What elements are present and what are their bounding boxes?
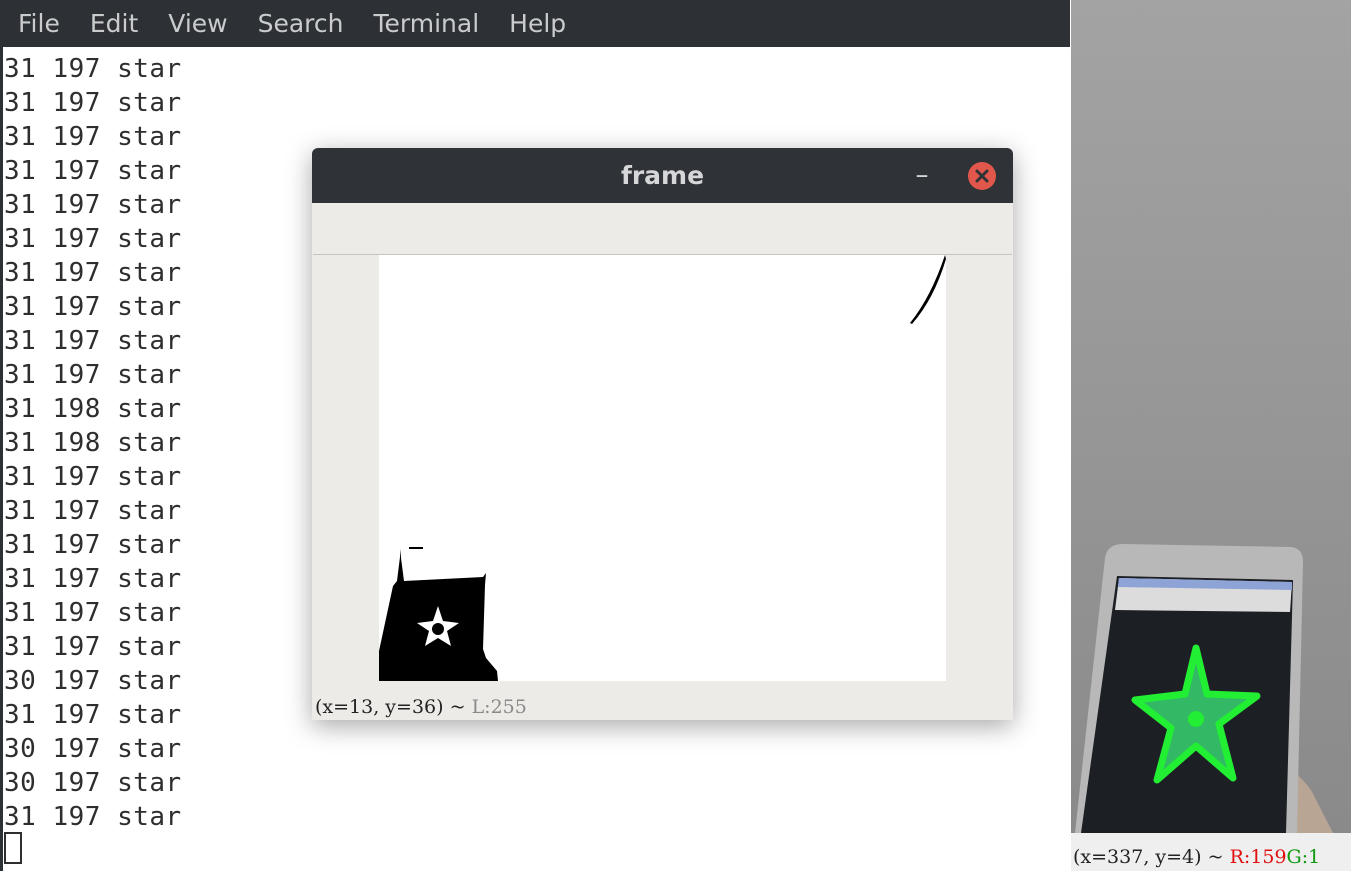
camera-feed[interactable] [1071, 0, 1351, 833]
terminal-line: 31 197 star [4, 700, 182, 730]
terminal-line: 30 197 star [4, 734, 182, 764]
terminal-line: 31 197 star [4, 54, 182, 84]
terminal-line: 31 197 star [4, 122, 182, 152]
terminal-border [0, 47, 3, 871]
menu-file[interactable]: File [0, 9, 75, 38]
frame-status-value: L:255 [471, 696, 527, 718]
frame-status-bar: (x=13, y=36) ~ L:255 [315, 696, 527, 718]
mask-speck-shape [409, 547, 423, 549]
terminal-line: 31 197 star [4, 632, 182, 662]
terminal-output: 31 197 star 31 197 star 31 197 star 31 1… [4, 52, 182, 834]
terminal-line: 31 197 star [4, 258, 182, 288]
terminal-line: 31 197 star [4, 190, 182, 220]
frame-toolbar [313, 203, 1012, 255]
menu-edit[interactable]: Edit [75, 9, 153, 38]
terminal-line: 31 197 star [4, 292, 182, 322]
minimize-button[interactable]: – [908, 158, 936, 192]
threshold-image[interactable] [379, 255, 946, 681]
star-center-dot [432, 623, 444, 635]
terminal-line: 31 197 star [4, 462, 182, 492]
terminal-line: 31 197 star [4, 360, 182, 390]
terminal-line: 31 197 star [4, 88, 182, 118]
camera-feed-image [1071, 0, 1351, 833]
terminal-line: 31 197 star [4, 224, 182, 254]
terminal-line: 31 198 star [4, 428, 182, 458]
menu-search[interactable]: Search [243, 9, 359, 38]
terminal-line: 31 198 star [4, 394, 182, 424]
terminal-cursor [4, 832, 22, 864]
terminal-line: 31 197 star [4, 326, 182, 356]
mask-arc-shape [910, 255, 946, 324]
background-strip [1040, 140, 1071, 740]
terminal-menubar: File Edit View Search Terminal Help [0, 0, 1070, 47]
terminal-line: 31 197 star [4, 530, 182, 560]
terminal-line: 31 197 star [4, 802, 182, 832]
terminal-line: 30 197 star [4, 768, 182, 798]
frame-status-coords: (x=13, y=36) ~ [315, 696, 466, 718]
camera-status-coords: (x=337, y=4) ~ [1073, 846, 1224, 868]
menu-terminal[interactable]: Terminal [358, 9, 494, 38]
close-icon [975, 169, 989, 183]
terminal-line: 31 197 star [4, 598, 182, 628]
camera-status-red: R:159 [1229, 846, 1287, 868]
menu-view[interactable]: View [153, 9, 242, 38]
threshold-mask-image [379, 255, 946, 681]
camera-status-bar: (x=337, y=4) ~ R:159G:1 [1071, 833, 1351, 871]
frame-window[interactable]: frame – (x=13, y=36) ~ L:255 [312, 148, 1013, 720]
terminal-line: 30 197 star [4, 666, 182, 696]
terminal-line: 31 197 star [4, 564, 182, 594]
menu-help[interactable]: Help [494, 9, 581, 38]
close-button[interactable] [968, 162, 996, 190]
terminal-line: 31 197 star [4, 156, 182, 186]
terminal-line: 31 197 star [4, 496, 182, 526]
star-centroid-dot [1188, 711, 1204, 727]
camera-status-green: G:1 [1286, 846, 1321, 868]
